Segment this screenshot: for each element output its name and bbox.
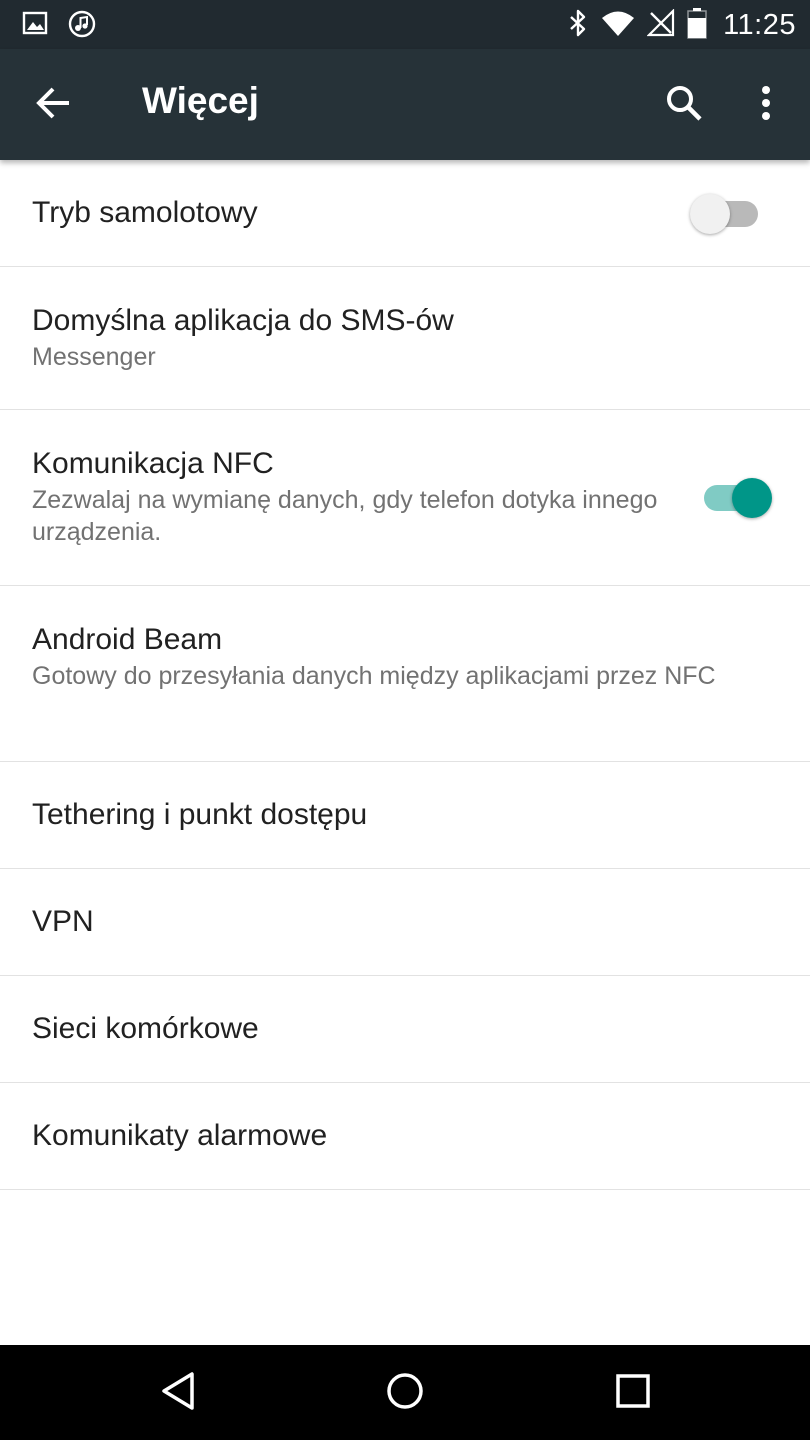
setting-summary: Messenger	[32, 343, 156, 371]
setting-tethering[interactable]: Tethering i punkt dostępu	[0, 762, 810, 869]
nfc-switch[interactable]	[698, 476, 772, 520]
status-bar: 11:25	[0, 0, 810, 49]
setting-title: Domyślna aplikacja do SMS-ów	[32, 304, 454, 337]
setting-title: Tryb samolotowy	[32, 196, 258, 229]
more-options-button[interactable]	[744, 77, 788, 133]
setting-mobile-networks[interactable]: Sieci komórkowe	[0, 976, 810, 1083]
setting-summary: Gotowy do przesyłania danych między apli…	[32, 662, 716, 690]
back-arrow-icon	[36, 87, 72, 124]
battery-icon	[687, 7, 707, 44]
setting-emergency-alerts[interactable]: Komunikaty alarmowe	[0, 1083, 810, 1190]
setting-summary: Zezwalaj na wymianę danych, gdy telefon …	[32, 486, 658, 546]
setting-vpn[interactable]: VPN	[0, 869, 810, 976]
navigation-bar	[0, 1345, 810, 1440]
more-vert-icon	[760, 85, 772, 126]
nav-home-button[interactable]	[375, 1365, 435, 1421]
setting-title: VPN	[32, 905, 94, 938]
airplane-mode-switch[interactable]	[690, 192, 764, 236]
recents-square-icon	[615, 1373, 651, 1414]
clock: 11:25	[723, 8, 796, 41]
home-circle-icon	[385, 1371, 425, 1416]
search-icon	[665, 84, 703, 127]
search-button[interactable]	[656, 77, 712, 133]
wifi-icon	[601, 9, 635, 42]
page-title: Więcej	[142, 80, 259, 121]
nav-recents-button[interactable]	[603, 1365, 663, 1421]
back-triangle-icon	[160, 1371, 196, 1416]
app-bar: Więcej	[0, 49, 810, 160]
setting-title: Sieci komórkowe	[32, 1012, 259, 1045]
back-button[interactable]	[26, 79, 82, 131]
settings-list: Tryb samolotowy Domyślna aplikacja do SM…	[0, 160, 810, 1190]
setting-nfc[interactable]: Komunikacja NFC Zezwalaj na wymianę dany…	[0, 410, 810, 586]
setting-title: Tethering i punkt dostępu	[32, 798, 368, 831]
setting-default-sms-app[interactable]: Domyślna aplikacja do SMS-ów Messenger	[0, 267, 810, 410]
setting-airplane-mode[interactable]: Tryb samolotowy	[0, 160, 810, 267]
nav-back-button[interactable]	[148, 1365, 208, 1421]
no-signal-icon	[646, 7, 675, 42]
setting-title: Android Beam	[32, 623, 223, 656]
music-icon	[68, 10, 96, 43]
setting-android-beam[interactable]: Android Beam Gotowy do przesyłania danyc…	[0, 586, 810, 762]
setting-title: Komunikaty alarmowe	[32, 1119, 328, 1152]
setting-title: Komunikacja NFC	[32, 447, 274, 480]
bluetooth-icon	[567, 8, 589, 43]
image-icon	[22, 10, 48, 43]
